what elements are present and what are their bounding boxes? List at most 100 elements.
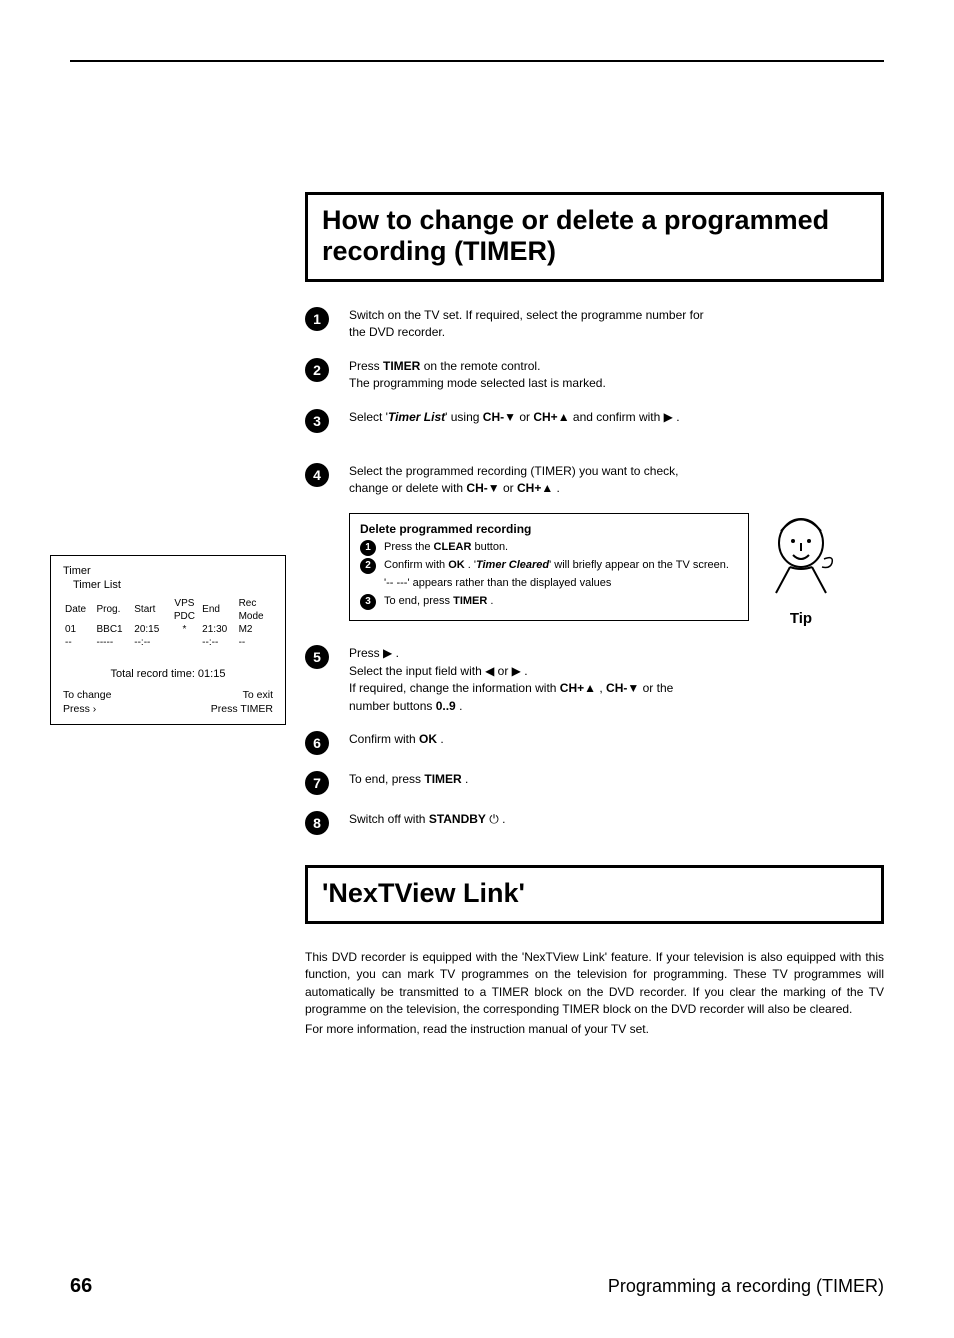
tip-box-wrap: Delete programmed recording 1 Press the … <box>349 513 884 627</box>
nextview-body: This DVD recorder is equipped with the '… <box>305 949 884 1019</box>
tip-bullet-3: 3 <box>360 594 376 610</box>
timer-osd-title: Timer <box>63 564 273 578</box>
text: To exit <box>211 689 273 703</box>
text: Press TIMER <box>211 703 273 717</box>
step-7: 7 To end, press TIMER . <box>305 771 884 795</box>
table-header-row: Date Prog. Start VPSPDC End RecMode <box>63 597 273 623</box>
col-mode: RecMode <box>237 597 273 623</box>
right-arrow-icon: ▶ <box>664 410 673 424</box>
text: . <box>499 812 506 826</box>
step-2: 2 Press TIMER on the remote control. The… <box>305 358 884 393</box>
step-bullet-5: 5 <box>305 645 329 669</box>
number-buttons-label: 0..9 <box>436 699 456 713</box>
text: . <box>521 664 528 678</box>
footer-right: To exit Press TIMER <box>211 689 273 716</box>
cell: ----- <box>95 636 133 649</box>
text: . <box>462 772 469 786</box>
step-6-text: Confirm with OK . <box>349 731 709 748</box>
clear-button-label: CLEAR <box>434 541 472 553</box>
cell: --:-- <box>200 636 236 649</box>
text: To change <box>63 689 111 703</box>
text: Confirm with <box>384 559 448 571</box>
text: Select the input field with <box>349 664 485 678</box>
step-8-text: Switch off with STANDBY ⏻ . <box>349 811 709 828</box>
text: . <box>456 699 463 713</box>
standby-button-label: STANDBY <box>429 812 486 826</box>
text: Confirm with <box>349 732 419 746</box>
heading-2: 'NexTView Link' <box>322 878 867 909</box>
text: or <box>500 481 517 495</box>
step-6: 6 Confirm with OK . <box>305 731 884 755</box>
text: or <box>516 410 533 424</box>
step-5-text: Press ▶ . Select the input field with ◀ … <box>349 645 709 715</box>
step-8: 8 Switch off with STANDBY ⏻ . <box>305 811 884 835</box>
text: . <box>673 410 680 424</box>
timer-button-label: TIMER <box>424 772 461 786</box>
ch-down-label: CH- <box>606 681 627 695</box>
right-arrow-icon: ▶ <box>383 646 392 660</box>
ch-up-label: CH+ <box>517 481 541 495</box>
ok-button-label: OK <box>448 559 465 571</box>
tip-face-icon <box>766 513 836 606</box>
text: Switch off with <box>349 812 429 826</box>
tip-bullet-2: 2 <box>360 558 376 574</box>
cell <box>169 636 201 649</box>
timer-list-label: Timer List <box>388 410 445 424</box>
cell: 20:15 <box>132 623 168 636</box>
tip-line-2: 2 Confirm with OK . 'Timer Cleared' will… <box>360 558 738 574</box>
text: , <box>596 681 606 695</box>
left-arrow-icon: ◀ <box>485 664 494 678</box>
step-bullet-2: 2 <box>305 358 329 382</box>
cell: --:-- <box>132 636 168 649</box>
table-row: -- ----- --:-- --:-- -- <box>63 636 273 649</box>
text: The programming mode selected last is ma… <box>349 376 606 390</box>
timer-button-label: TIMER <box>383 359 420 373</box>
step-4-text: Select the programmed recording (TIMER) … <box>349 463 709 498</box>
down-arrow-icon: ▼ <box>627 681 639 695</box>
text: Press <box>349 646 383 660</box>
text: . <box>487 595 493 607</box>
power-icon: ⏻ <box>489 812 499 826</box>
step-bullet-7: 7 <box>305 771 329 795</box>
page-footer: 66 Programming a recording (TIMER) <box>70 1275 884 1298</box>
text: To end, press <box>384 595 453 607</box>
timer-osd-footer: To change Press › To exit Press TIMER <box>63 689 273 716</box>
tip-icon-column: Tip <box>761 513 841 627</box>
text: button. <box>471 541 508 553</box>
col-prog: Prog. <box>95 597 133 623</box>
timer-button-label: TIMER <box>453 595 487 607</box>
heading-box-1: How to change or delete a programmed rec… <box>305 192 884 282</box>
text: Select ' <box>349 410 388 424</box>
step-3-text: Select 'Timer List' using CH-▼ or CH+▲ a… <box>349 409 709 426</box>
tip-line-2b: '-- ---' appears rather than the display… <box>360 576 738 591</box>
col-vps: VPSPDC <box>169 597 201 623</box>
tip-line-3: 3 To end, press TIMER . <box>360 594 738 610</box>
up-arrow-icon: ▲ <box>584 681 596 695</box>
text: Press › <box>63 703 111 717</box>
col-end: End <box>200 597 236 623</box>
heading-1: How to change or delete a programmed rec… <box>322 205 867 267</box>
text: and confirm with <box>570 410 664 424</box>
top-divider <box>70 60 884 62</box>
step-1-text: Switch on the TV set. If required, selec… <box>349 307 709 342</box>
cell: 21:30 <box>200 623 236 636</box>
timer-osd-table: Date Prog. Start VPSPDC End RecMode 01 B… <box>63 597 273 649</box>
total-record-time: Total record time: 01:15 <box>63 667 273 681</box>
text: If required, change the information with <box>349 681 560 695</box>
step-1: 1 Switch on the TV set. If required, sel… <box>305 307 884 342</box>
ch-up-label: CH+ <box>560 681 584 695</box>
cell: -- <box>63 636 95 649</box>
up-arrow-icon: ▲ <box>558 410 570 424</box>
step-7-text: To end, press TIMER . <box>349 771 709 788</box>
page-number: 66 <box>70 1275 92 1298</box>
step-3: 3 Select 'Timer List' using CH-▼ or CH+▲… <box>305 409 884 433</box>
ch-down-label: CH- <box>483 410 504 424</box>
cell: BBC1 <box>95 623 133 636</box>
col-date: Date <box>63 597 95 623</box>
heading-box-2: 'NexTView Link' <box>305 865 884 924</box>
cell: * <box>169 623 201 636</box>
step-5: 5 Press ▶ . Select the input field with … <box>305 645 884 715</box>
main-column: How to change or delete a programmed rec… <box>305 192 884 835</box>
step-bullet-8: 8 <box>305 811 329 835</box>
text: To end, press <box>349 772 424 786</box>
